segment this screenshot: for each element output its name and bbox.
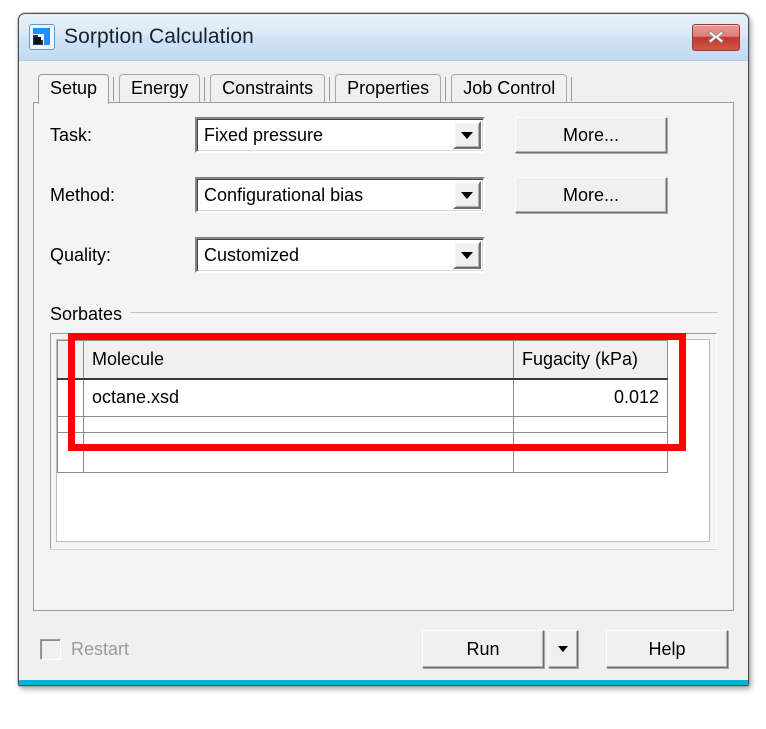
task-combobox-arrow[interactable] bbox=[453, 121, 481, 149]
close-button[interactable] bbox=[692, 23, 740, 51]
table-header-row: Molecule Fugacity (kPa) bbox=[57, 340, 668, 380]
run-dropdown-button[interactable] bbox=[548, 630, 578, 668]
dialog-footer: Restart Run Help bbox=[33, 629, 734, 669]
row-selector-cell[interactable] bbox=[57, 432, 84, 473]
icon-shape-square bbox=[34, 37, 41, 44]
sorbates-groupbox: Sorbates Molecule Fugacity (kPa) octane.… bbox=[50, 297, 717, 550]
cell-molecule[interactable]: octane.xsd bbox=[83, 378, 514, 417]
task-combobox-value: Fixed pressure bbox=[204, 124, 324, 145]
row-selector-cell[interactable] bbox=[57, 416, 84, 433]
tab-constraints-label: Constraints bbox=[222, 78, 314, 98]
tab-divider bbox=[329, 77, 332, 101]
cell-fugacity-empty[interactable] bbox=[513, 432, 668, 473]
sorbates-table-body: octane.xsd 0.012 bbox=[57, 378, 668, 473]
method-more-button[interactable]: More... bbox=[515, 177, 667, 213]
row-selector-cell[interactable] bbox=[57, 378, 84, 417]
tab-divider bbox=[571, 77, 574, 101]
restart-checkbox-group[interactable]: Restart bbox=[33, 638, 422, 660]
help-button-label: Help bbox=[648, 638, 686, 659]
icon-shape-right-bar bbox=[44, 28, 50, 45]
tab-job-control-label: Job Control bbox=[463, 78, 556, 98]
task-row: Task: Fixed pressure More... bbox=[50, 117, 717, 153]
title-bar[interactable]: Sorption Calculation bbox=[19, 14, 748, 61]
run-button-label: Run bbox=[466, 638, 500, 659]
tab-constraints[interactable]: Constraints bbox=[210, 74, 326, 103]
sorption-calculation-dialog: Sorption Calculation Setup Energy Constr… bbox=[18, 13, 749, 686]
task-label: Task: bbox=[50, 124, 93, 145]
chevron-down-icon bbox=[558, 646, 568, 652]
quality-combobox-value: Customized bbox=[204, 244, 300, 265]
chevron-down-icon bbox=[461, 191, 473, 199]
chevron-down-icon bbox=[461, 251, 473, 259]
cell-fugacity[interactable]: 0.012 bbox=[513, 378, 668, 417]
sorption-app-icon bbox=[29, 24, 55, 50]
tab-divider bbox=[445, 77, 448, 101]
tab-strip: Setup Energy Constraints Properties Job … bbox=[33, 73, 734, 104]
method-label: Method: bbox=[50, 184, 116, 205]
tab-job-control[interactable]: Job Control bbox=[451, 74, 568, 103]
tab-energy[interactable]: Energy bbox=[119, 74, 201, 103]
window-title: Sorption Calculation bbox=[64, 25, 254, 48]
tab-divider bbox=[204, 77, 207, 101]
table-row-empty[interactable] bbox=[57, 432, 668, 473]
cell-molecule-empty[interactable] bbox=[83, 432, 514, 473]
table-row[interactable]: octane.xsd 0.012 bbox=[57, 378, 668, 417]
task-more-label: More... bbox=[562, 124, 619, 145]
column-header-fugacity[interactable]: Fugacity (kPa) bbox=[513, 340, 668, 380]
help-button[interactable]: Help bbox=[606, 630, 728, 668]
quality-label: Quality: bbox=[50, 244, 112, 265]
tab-setup-label: Setup bbox=[50, 78, 98, 98]
tab-properties-label: Properties bbox=[347, 78, 430, 98]
sorbates-group-header: Sorbates bbox=[50, 303, 717, 325]
restart-label: Restart bbox=[71, 638, 130, 659]
group-divider bbox=[131, 312, 717, 316]
method-combobox-arrow[interactable] bbox=[453, 181, 481, 209]
tab-properties[interactable]: Properties bbox=[335, 74, 442, 103]
cell-fugacity-empty[interactable] bbox=[513, 416, 668, 433]
method-combobox-value: Configurational bias bbox=[204, 184, 364, 205]
tab-energy-label: Energy bbox=[131, 78, 189, 98]
run-button[interactable]: Run bbox=[422, 630, 544, 668]
tab-divider bbox=[113, 77, 116, 101]
column-header-molecule[interactable]: Molecule bbox=[83, 340, 514, 380]
method-more-label: More... bbox=[562, 184, 619, 205]
dialog-body: Setup Energy Constraints Properties Job … bbox=[19, 61, 748, 685]
method-row: Method: Configurational bias More... bbox=[50, 177, 717, 213]
sorbates-group-title: Sorbates bbox=[50, 303, 123, 324]
quality-combobox[interactable]: Customized bbox=[195, 237, 485, 273]
setup-tab-panel: Task: Fixed pressure More... Method: Con… bbox=[33, 102, 734, 611]
quality-row: Quality: Customized bbox=[50, 237, 717, 273]
chevron-down-icon bbox=[461, 131, 473, 139]
sorbates-table-head: Molecule Fugacity (kPa) bbox=[57, 340, 668, 380]
method-combobox[interactable]: Configurational bias bbox=[195, 177, 485, 213]
table-row-empty[interactable] bbox=[57, 416, 668, 433]
quality-combobox-arrow[interactable] bbox=[453, 241, 481, 269]
row-header-corner[interactable] bbox=[57, 340, 84, 380]
cell-molecule-empty[interactable] bbox=[83, 416, 514, 433]
sorbates-grid-frame: Molecule Fugacity (kPa) octane.xsd 0.012 bbox=[50, 333, 717, 549]
task-combobox[interactable]: Fixed pressure bbox=[195, 117, 485, 153]
sorbates-grid[interactable]: Molecule Fugacity (kPa) octane.xsd 0.012 bbox=[56, 339, 710, 542]
tab-setup[interactable]: Setup bbox=[38, 74, 110, 104]
restart-checkbox[interactable] bbox=[40, 638, 61, 660]
close-icon bbox=[708, 30, 724, 44]
sorbates-table: Molecule Fugacity (kPa) octane.xsd 0.012 bbox=[57, 340, 668, 473]
task-more-button[interactable]: More... bbox=[515, 117, 667, 153]
